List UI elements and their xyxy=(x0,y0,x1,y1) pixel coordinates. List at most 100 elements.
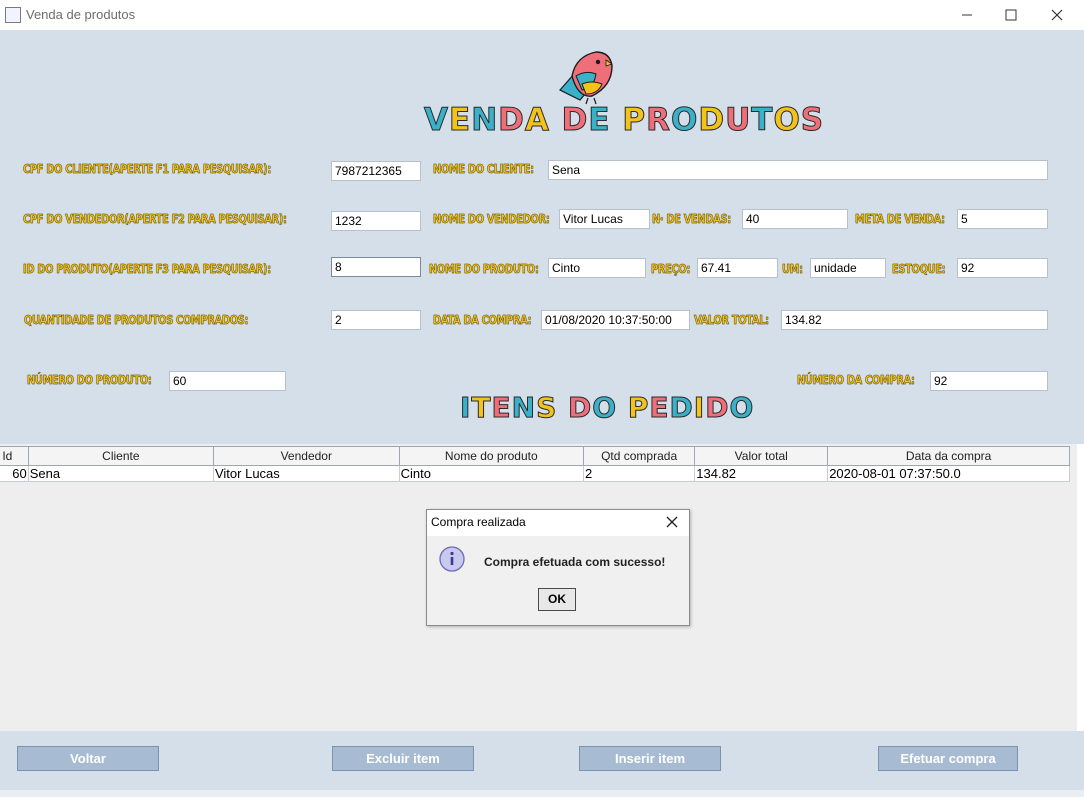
heading-letter: O xyxy=(773,102,801,139)
java-app-icon xyxy=(5,7,21,23)
n-vendas-label: N· DE VENDAS: xyxy=(652,212,732,227)
valor-total-field[interactable]: 134.82 xyxy=(781,310,1048,330)
nome-vendedor-field[interactable]: Vitor Lucas xyxy=(559,209,650,229)
heading-letter: U xyxy=(725,102,752,139)
column-header-nome-produto[interactable]: Nome do produto xyxy=(398,446,584,466)
heading-letter: D xyxy=(698,102,726,139)
table-cell[interactable]: Sena xyxy=(27,465,214,482)
heading-letter: O xyxy=(592,391,618,425)
data-compra-label: DATA DA COMPRA: xyxy=(433,313,532,328)
window-titlebar xyxy=(0,0,1084,30)
um-label: UM: xyxy=(782,262,803,277)
ok-button[interactable]: OK xyxy=(538,588,576,611)
heading-letter: E xyxy=(649,391,670,425)
heading-letter: P xyxy=(622,102,647,139)
heading-letter: E xyxy=(491,391,512,425)
numero-produto-field[interactable]: 60 xyxy=(169,371,286,391)
voltar-button[interactable]: Voltar xyxy=(17,746,159,771)
heading-letter: O xyxy=(729,391,755,425)
dialog-message: Compra efetuada com sucesso! xyxy=(484,555,666,569)
column-header-id[interactable]: Id xyxy=(0,446,29,466)
heading-letter: D xyxy=(498,102,525,139)
heading-letter: T xyxy=(471,391,492,425)
table-cell[interactable]: Cinto xyxy=(398,465,584,482)
maximize-button[interactable] xyxy=(988,0,1034,30)
cpf-vendedor-label: CPF DO VENDEDOR(APERTE F2 PARA PESQUISAR… xyxy=(23,212,287,227)
heading-letter: A xyxy=(524,102,550,139)
estoque-field[interactable]: 92 xyxy=(957,258,1048,278)
heading-letter: I xyxy=(693,391,706,425)
efetuar-compra-button[interactable]: Efetuar compra xyxy=(878,746,1018,771)
heading-letter: D xyxy=(705,391,730,425)
column-header-vendedor[interactable]: Vendedor xyxy=(212,446,400,466)
table-scrollbar[interactable] xyxy=(1077,444,1084,731)
table-cell[interactable]: 2020-08-01 07:37:50.0 xyxy=(827,465,1070,482)
heading-letter xyxy=(557,391,568,424)
heading-letter: R xyxy=(646,102,671,139)
heading-letter: D xyxy=(669,391,694,425)
heading-letter xyxy=(611,102,623,138)
heading-letter: N xyxy=(511,391,537,425)
cpf-vendedor-field[interactable]: 1232 xyxy=(331,211,421,231)
heading-letter: P xyxy=(627,391,650,425)
numero-produto-label: NÚMERO DO PRODUTO: xyxy=(27,373,152,388)
nome-produto-field[interactable]: Cinto xyxy=(548,258,646,278)
dialog-close-button[interactable] xyxy=(665,515,681,531)
close-button[interactable] xyxy=(1034,0,1080,30)
preco-field[interactable]: 67.41 xyxy=(697,258,778,278)
nome-produto-label: NOME DO PRODUTO: xyxy=(429,262,539,277)
heading-letter: E xyxy=(448,102,472,139)
heading-letter: I xyxy=(459,391,472,425)
heading-letter: S xyxy=(800,102,825,139)
info-icon xyxy=(439,546,465,572)
window-bottom-edge xyxy=(0,790,1084,797)
column-header-valor-total[interactable]: Valor total xyxy=(694,446,829,466)
close-icon xyxy=(1051,9,1063,21)
heading-letter: S xyxy=(536,391,558,425)
heading-letter: O xyxy=(670,102,699,139)
nome-cliente-field[interactable]: Sena xyxy=(548,160,1048,180)
column-header-data-compra[interactable]: Data da compra xyxy=(827,446,1070,466)
preco-label: PREÇO: xyxy=(651,262,691,277)
um-field[interactable]: unidade xyxy=(810,258,886,278)
column-header-qtd-comprada[interactable]: Qtd comprada xyxy=(582,446,696,466)
cpf-cliente-label: CPF DO CLIENTE(APERTE F1 PARA PESQUISAR)… xyxy=(23,162,272,177)
valor-total-label: VALOR TOTAL: xyxy=(694,313,770,328)
heading-letter xyxy=(550,102,562,138)
table-header-row: Id Cliente Vendedor Nome do produto Qtd … xyxy=(0,446,1070,466)
heading-letter: V xyxy=(424,102,449,139)
inserir-item-button[interactable]: Inserir item xyxy=(579,746,721,771)
n-vendas-field[interactable]: 40 xyxy=(742,209,848,229)
heading-letter: N xyxy=(471,102,499,139)
form-panel xyxy=(0,30,1084,444)
dialog-title: Compra realizada xyxy=(431,515,526,529)
close-icon xyxy=(666,516,678,528)
message-dialog: Compra realizada Compra efetuada com suc… xyxy=(426,509,690,626)
column-header-cliente[interactable]: Cliente xyxy=(27,446,214,466)
numero-compra-field[interactable]: 92 xyxy=(930,371,1048,391)
quantidade-label: QUANTIDADE DE PRODUTOS COMPRADOS: xyxy=(24,313,249,328)
id-produto-field[interactable]: 8 xyxy=(331,257,421,277)
cpf-cliente-field[interactable]: 7987212365 xyxy=(331,161,421,181)
heading-letter: D xyxy=(561,102,589,139)
table-cell[interactable]: 60 xyxy=(0,465,29,482)
data-compra-field[interactable]: 01/08/2020 10:37:50:00 xyxy=(541,310,690,330)
table-cell[interactable]: 2 xyxy=(582,465,696,482)
heading-letter: E xyxy=(588,102,611,139)
heading-letter: T xyxy=(751,102,774,139)
heading-letter xyxy=(617,391,628,424)
table-row[interactable]: 60 Sena Vitor Lucas Cinto 2 134.82 2020-… xyxy=(0,465,1070,482)
page-title: VENDA DE PRODUTOS xyxy=(424,102,825,139)
meta-venda-label: META DE VENDA: xyxy=(855,212,945,227)
meta-venda-field[interactable]: 5 xyxy=(957,209,1048,229)
maximize-icon xyxy=(1005,9,1017,21)
excluir-item-button[interactable]: Excluir item xyxy=(332,746,474,771)
quantidade-field[interactable]: 2 xyxy=(331,310,421,330)
minimize-button[interactable] xyxy=(944,0,990,30)
table-cell[interactable]: 134.82 xyxy=(694,465,829,482)
bird-logo-icon xyxy=(559,51,613,105)
estoque-label: ESTOQUE: xyxy=(892,262,946,277)
nome-vendedor-label: NOME DO VENDEDOR: xyxy=(433,212,550,227)
heading-letter: D xyxy=(568,391,593,425)
table-cell[interactable]: Vitor Lucas xyxy=(212,465,400,482)
